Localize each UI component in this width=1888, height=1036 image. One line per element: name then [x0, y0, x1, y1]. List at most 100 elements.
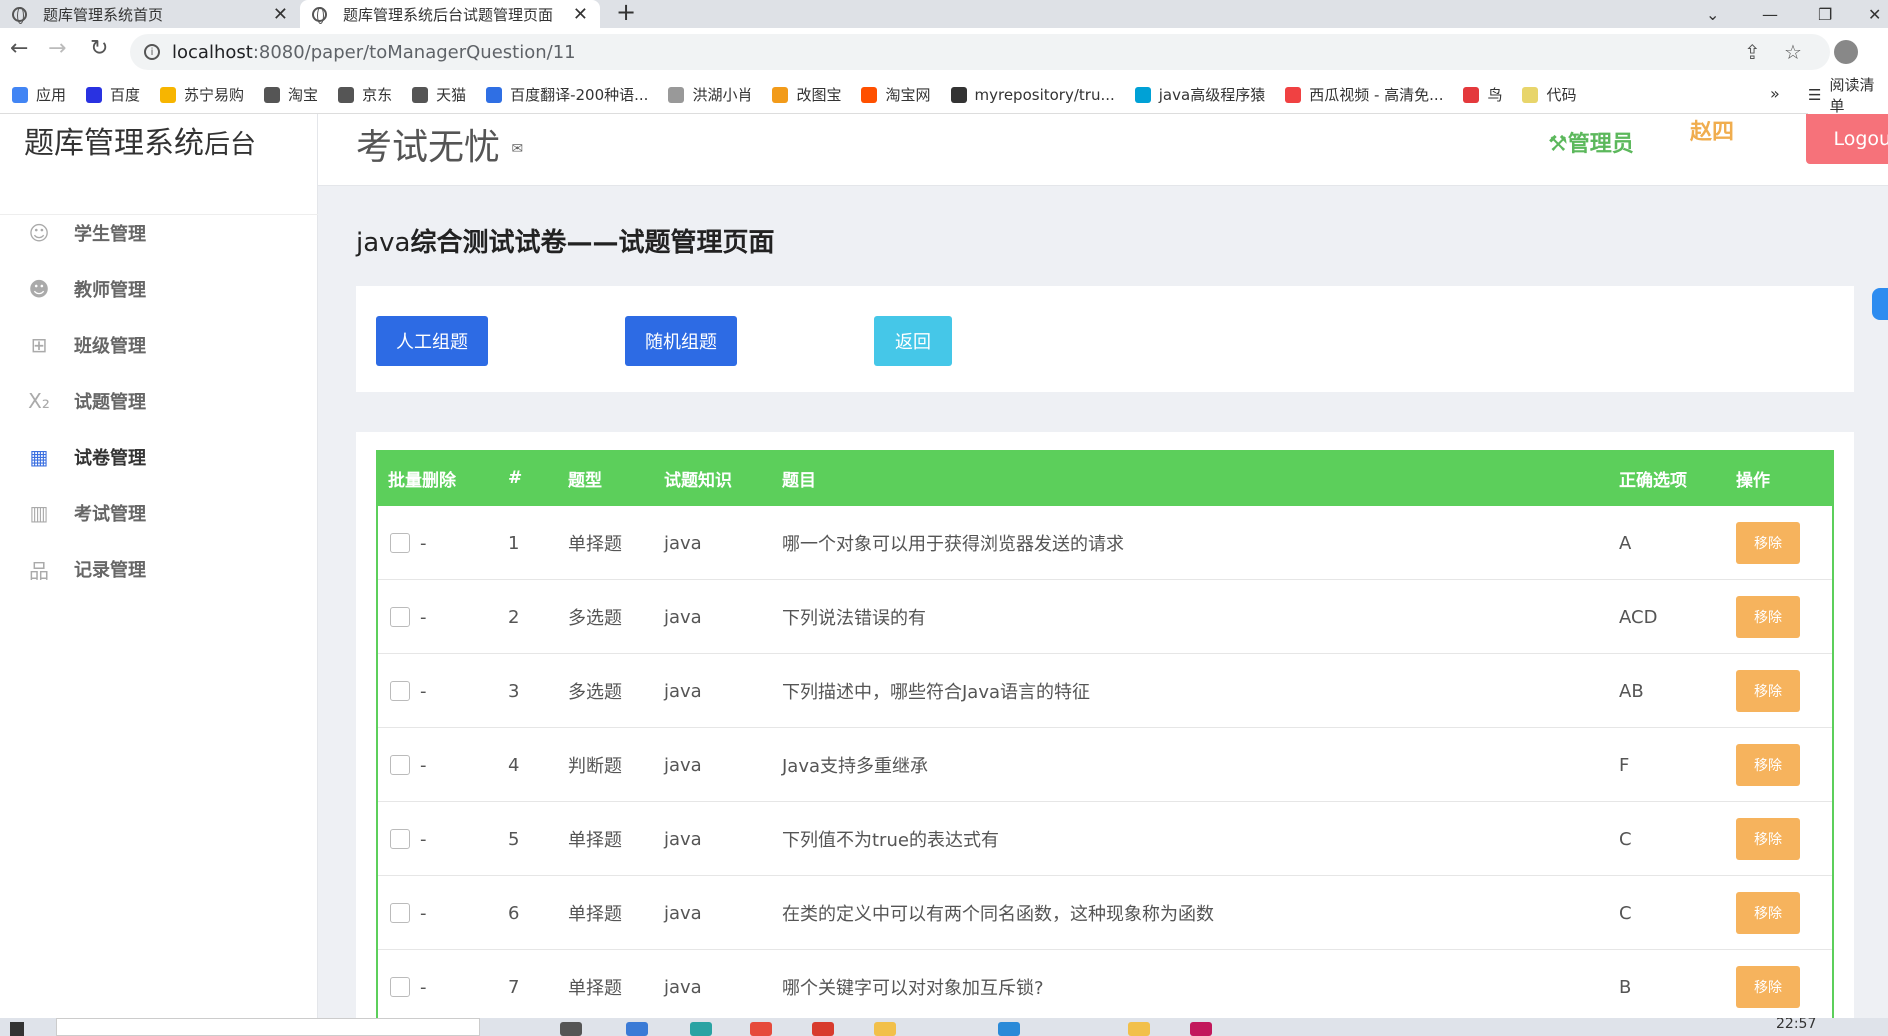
cell-number: 5: [508, 828, 520, 850]
taskbar-app-icon[interactable]: [1190, 1022, 1212, 1036]
sidebar-item-label: 教师管理: [74, 280, 146, 301]
row-checkbox[interactable]: [390, 829, 410, 849]
taskbar-app-icon[interactable]: [812, 1022, 834, 1036]
bookmark-item[interactable]: 鸟: [1463, 84, 1502, 105]
sidebar-divider: [0, 214, 318, 215]
back-button[interactable]: 返回: [874, 316, 952, 366]
table-row: - 2 多选题 java 下列说法错误的有 ACD 移除: [378, 580, 1832, 654]
cell-answer: C: [1619, 902, 1632, 924]
role-link[interactable]: ⚒管理员: [1548, 126, 1634, 158]
side-widget-icon[interactable]: [1872, 288, 1888, 320]
table-row: - 6 单择题 java 在类的定义中可以有两个同名函数，这种现象称为函数 C 移除: [378, 876, 1832, 950]
row-checkbox[interactable]: [390, 755, 410, 775]
bookmark-item[interactable]: 苏宁易购: [160, 84, 244, 105]
bookmark-item[interactable]: 改图宝: [772, 84, 841, 105]
bookmark-label: 淘宝: [288, 86, 319, 104]
row-checkbox[interactable]: [390, 977, 410, 997]
page-title: java综合测试试卷——试题管理页面: [356, 222, 775, 259]
remove-button[interactable]: 移除: [1736, 744, 1800, 786]
row-checkbox[interactable]: [390, 607, 410, 627]
random-compose-button[interactable]: 随机组题: [625, 316, 737, 366]
bookmark-item[interactable]: 西瓜视频 - 高清免...: [1285, 84, 1443, 105]
window-close-icon[interactable]: ✕: [1868, 0, 1881, 28]
reading-list[interactable]: ☰ 阅读清单: [1808, 76, 1888, 115]
bookmark-item[interactable]: 淘宝: [264, 84, 318, 105]
row-checkbox[interactable]: [390, 533, 410, 553]
bookmark-item[interactable]: java高级程序猿: [1134, 84, 1266, 105]
bookmark-label: 洪湖小肖: [692, 86, 753, 104]
browser-tab-home[interactable]: 题库管理系统首页 ✕: [0, 0, 300, 28]
taskbar-app-icon[interactable]: [998, 1022, 1020, 1036]
sidebar-item-4[interactable]: X₂ 试题管理: [28, 386, 146, 416]
windows-start-icon[interactable]: [10, 1022, 24, 1036]
bookmark-label: 淘宝网: [885, 86, 931, 104]
manual-compose-button[interactable]: 人工组题: [376, 316, 488, 366]
remove-button[interactable]: 移除: [1736, 670, 1800, 712]
cell-select: -: [390, 654, 427, 728]
row-checkbox[interactable]: [390, 681, 410, 701]
browser-tab-question-manager[interactable]: 题库管理系统后台试题管理页面 ✕: [300, 0, 600, 28]
table-row: - 1 单择题 java 哪一个对象可以用于获得浏览器发送的请求 A 移除: [378, 506, 1832, 580]
bookmark-item[interactable]: 淘宝网: [861, 84, 931, 105]
taskbar-search[interactable]: [56, 1018, 480, 1036]
taskbar-app-icon[interactable]: [626, 1022, 648, 1036]
bookmark-item[interactable]: 应用: [12, 84, 66, 105]
restore-icon[interactable]: ❐: [1818, 0, 1832, 28]
info-icon[interactable]: i: [144, 44, 160, 60]
back-icon[interactable]: ←: [10, 36, 28, 61]
cell-action: 移除: [1736, 876, 1800, 950]
logout-button[interactable]: Logout: [1806, 114, 1888, 164]
folder-icon[interactable]: [874, 1022, 896, 1036]
taskbar-app-icon[interactable]: [690, 1022, 712, 1036]
bookmark-favicon-icon: [86, 86, 103, 103]
cell-type: 单择题: [568, 830, 622, 851]
row-dash: -: [420, 828, 427, 850]
minimize-icon[interactable]: —: [1762, 0, 1778, 28]
profile-icon[interactable]: [1834, 40, 1858, 64]
close-icon[interactable]: ✕: [573, 4, 588, 25]
remove-button[interactable]: 移除: [1736, 522, 1800, 564]
bookmark-favicon-icon: [1463, 86, 1480, 103]
reload-icon[interactable]: ↻: [90, 36, 108, 61]
bookmark-label: 苏宁易购: [184, 86, 245, 104]
close-icon[interactable]: ✕: [273, 4, 288, 25]
cell-select: -: [390, 876, 427, 950]
sidebar-item-5[interactable]: ▦ 试卷管理: [28, 442, 146, 472]
header-batch-delete[interactable]: 批量删除: [388, 450, 456, 506]
remove-button[interactable]: 移除: [1736, 596, 1800, 638]
bookmark-label: java高级程序猿: [1158, 86, 1266, 104]
sidebar-item-1[interactable]: ☺ 学生管理: [28, 218, 146, 248]
bookmark-item[interactable]: 天猫: [412, 84, 466, 105]
share-icon[interactable]: ⇪: [1744, 40, 1761, 64]
header-type: 题型: [568, 470, 602, 491]
bookmark-favicon-icon: [861, 86, 878, 103]
taskbar-app-icon[interactable]: [1128, 1022, 1150, 1036]
url-field[interactable]: i localhost:8080/paper/toManagerQuestion…: [130, 34, 1830, 70]
table-row: - 5 单择题 java 下列值不为true的表达式有 C 移除: [378, 802, 1832, 876]
remove-button[interactable]: 移除: [1736, 892, 1800, 934]
bookmark-item[interactable]: myrepository/tru...: [950, 86, 1115, 104]
table-icon: ▦: [29, 445, 49, 469]
bookmark-item[interactable]: 百度翻译-200种语...: [486, 84, 648, 105]
taskbar-app-icon[interactable]: [560, 1022, 582, 1036]
sidebar-item-6[interactable]: ▥ 考试管理: [28, 498, 146, 528]
more-bookmarks-icon[interactable]: »: [1770, 84, 1780, 103]
new-tab-button[interactable]: +: [616, 0, 636, 26]
chrome-icon[interactable]: [750, 1022, 772, 1036]
sidebar-item-2[interactable]: ☻ 教师管理: [28, 274, 146, 304]
star-icon[interactable]: ☆: [1784, 40, 1802, 64]
forward-icon[interactable]: →: [48, 36, 66, 61]
sidebar-item-7[interactable]: 品 记录管理: [28, 554, 146, 584]
remove-button[interactable]: 移除: [1736, 818, 1800, 860]
cell-topic: java: [664, 902, 702, 924]
bookmark-item[interactable]: 京东: [338, 84, 392, 105]
cell-action: 移除: [1736, 506, 1800, 580]
tab-search-icon[interactable]: ⌄: [1706, 0, 1719, 28]
bookmark-item[interactable]: 百度: [86, 84, 140, 105]
remove-button[interactable]: 移除: [1736, 966, 1800, 1008]
bookmark-favicon-icon: [264, 86, 281, 103]
bookmark-item[interactable]: 代码: [1522, 84, 1577, 105]
bookmark-item[interactable]: 洪湖小肖: [668, 84, 752, 105]
row-checkbox[interactable]: [390, 903, 410, 923]
sidebar-item-3[interactable]: ⊞ 班级管理: [28, 330, 146, 360]
